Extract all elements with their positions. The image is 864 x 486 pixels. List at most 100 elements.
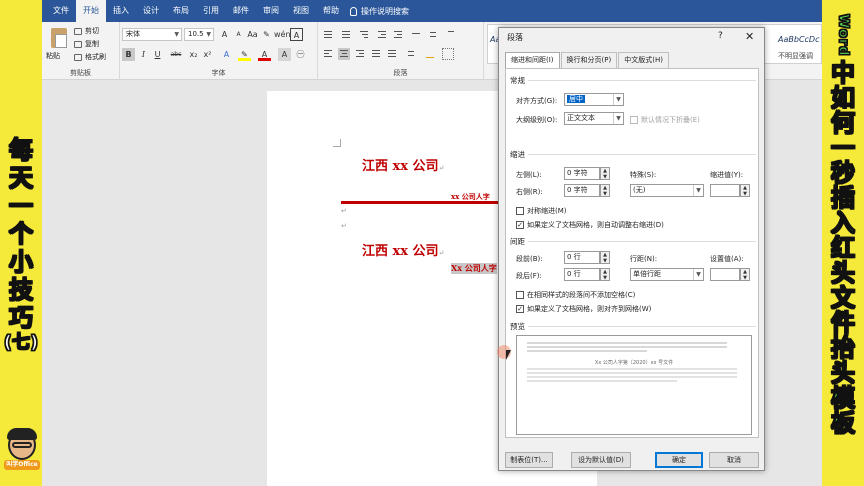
spacing-after-input[interactable]: 0 行 ▲ ▼: [564, 268, 610, 281]
tab-view[interactable]: 视图: [286, 0, 316, 22]
tab-mailings[interactable]: 邮件: [226, 0, 256, 22]
shading-icon[interactable]: [424, 48, 436, 60]
borders-icon[interactable]: [442, 48, 454, 60]
align-right-icon[interactable]: [354, 48, 366, 60]
distributed-icon[interactable]: [386, 48, 398, 60]
no-space-same-style-checkbox[interactable]: 在相同样式的段落间不添加空格(C): [516, 290, 635, 300]
enclose-char-icon[interactable]: ㊀: [294, 48, 307, 61]
chevron-down-icon: ▼: [613, 94, 623, 105]
tab-indents-spacing[interactable]: 缩进和间距(I): [505, 52, 560, 68]
strikethrough-button[interactable]: abc: [167, 48, 185, 61]
tab-layout[interactable]: 布局: [166, 0, 196, 22]
tab-file[interactable]: 文件: [46, 0, 76, 22]
indent-by-input[interactable]: ▲ ▼: [710, 184, 750, 197]
outline-level-select[interactable]: 正文文本 ▼: [564, 112, 624, 125]
tab-review[interactable]: 审阅: [256, 0, 286, 22]
line-spacing-icon[interactable]: [404, 48, 416, 60]
multilevel-list-icon[interactable]: [358, 28, 370, 40]
line-spacing-select[interactable]: 单倍行距 ▼: [630, 268, 704, 281]
chinese-layout-icon[interactable]: [410, 28, 422, 40]
paragraph-mark: ↵: [341, 207, 347, 215]
indent-left-spinner[interactable]: ▲ ▼: [600, 167, 610, 180]
red-heading-1[interactable]: 江西 xx 公司↵: [362, 155, 444, 174]
superscript-button[interactable]: x²: [201, 48, 214, 61]
tell-me-box[interactable]: 操作说明搜索: [350, 6, 409, 17]
auto-adjust-right-indent-checkbox[interactable]: ✓ 如果定义了文档网格，则自动调整右缩进(D): [516, 220, 664, 230]
ok-button[interactable]: 确定: [655, 452, 703, 468]
subscript-button[interactable]: x₂: [187, 48, 200, 61]
spin-down-icon[interactable]: ▼: [601, 174, 609, 180]
right-banner-char: 抬: [830, 333, 855, 362]
indent-left-input[interactable]: 0 字符 ▲ ▼: [564, 167, 610, 180]
bold-button[interactable]: B: [122, 48, 135, 61]
spin-down-icon[interactable]: ▼: [601, 258, 609, 264]
justify-icon[interactable]: [370, 48, 382, 60]
cancel-button[interactable]: 取消: [709, 452, 759, 468]
bullets-icon[interactable]: [322, 28, 334, 40]
grow-font-icon[interactable]: A: [218, 28, 231, 41]
paste-button[interactable]: [48, 26, 70, 50]
cut-button[interactable]: 剪切: [74, 26, 99, 36]
change-case-button[interactable]: Aa: [246, 28, 259, 41]
tab-home[interactable]: 开始: [76, 0, 106, 22]
decrease-indent-icon[interactable]: [376, 28, 388, 40]
increase-indent-icon[interactable]: [392, 28, 404, 40]
font-name-combo[interactable]: 宋体 ▼: [122, 28, 182, 41]
font-size-combo[interactable]: 10.5 ▼: [184, 28, 214, 41]
spacing-before-input[interactable]: 0 行 ▲ ▼: [564, 251, 610, 264]
spin-down-icon[interactable]: ▼: [741, 275, 749, 281]
collapsed-by-default-checkbox[interactable]: 默认情况下折叠(E): [630, 115, 700, 125]
indent-by-spinner[interactable]: ▲ ▼: [740, 184, 750, 197]
indent-right-input[interactable]: 0 字符 ▲ ▼: [564, 184, 610, 197]
mirror-indents-checkbox[interactable]: 对称缩进(M): [516, 206, 567, 216]
red-subheading-2-selected[interactable]: Xx 公司人字: [451, 263, 497, 274]
char-shading-icon[interactable]: A: [278, 48, 291, 61]
tabs-button[interactable]: 制表位(T)...: [505, 452, 553, 468]
spin-down-icon[interactable]: ▼: [741, 191, 749, 197]
highlight-icon[interactable]: ✎: [238, 48, 251, 61]
special-indent-select[interactable]: (无) ▼: [630, 184, 704, 197]
tab-insert[interactable]: 插入: [106, 0, 136, 22]
font-color-button[interactable]: A: [258, 48, 271, 61]
right-banner-char: 红: [830, 233, 855, 262]
phonetic-guide-button[interactable]: wén: [274, 28, 291, 41]
clear-format-icon[interactable]: ✎: [260, 28, 273, 41]
dialog-tabs: 缩进和间距(I) 换行和分页(P) 中文版式(H): [505, 52, 670, 68]
red-heading-2[interactable]: 江西 xx 公司↵: [362, 240, 444, 259]
tab-help[interactable]: 帮助: [316, 0, 346, 22]
numbering-icon[interactable]: [340, 28, 352, 40]
spacing-before-spinner[interactable]: ▲ ▼: [600, 251, 610, 264]
spacing-at-input[interactable]: ▲ ▼: [710, 268, 750, 281]
set-as-default-button[interactable]: 设为默认值(D): [571, 452, 631, 468]
spin-down-icon[interactable]: ▼: [601, 191, 609, 197]
underline-button[interactable]: U: [151, 48, 164, 61]
tab-design[interactable]: 设计: [136, 0, 166, 22]
help-icon[interactable]: ?: [718, 31, 723, 41]
sort-icon[interactable]: [428, 28, 440, 40]
indent-right-spinner[interactable]: ▲ ▼: [600, 184, 610, 197]
char-border-button[interactable]: A: [290, 28, 303, 41]
tab-references[interactable]: 引用: [196, 0, 226, 22]
section-divider: [528, 154, 756, 155]
paragraph-mark: ↵: [438, 164, 445, 172]
align-left-icon[interactable]: [322, 48, 334, 60]
tab-asian-typography[interactable]: 中文版式(H): [618, 52, 669, 68]
copy-button[interactable]: 复制: [74, 39, 99, 49]
line-spacing-value: 单倍行距: [633, 270, 661, 278]
tab-line-page-breaks[interactable]: 换行和分页(P): [560, 52, 618, 68]
show-marks-icon[interactable]: [446, 28, 458, 40]
mouse-cursor-icon: [506, 350, 511, 360]
spin-down-icon[interactable]: ▼: [601, 275, 609, 281]
alignment-select[interactable]: 居中 ▼: [564, 93, 624, 106]
chevron-down-icon: ▼: [613, 113, 623, 124]
align-center-icon[interactable]: [338, 48, 350, 60]
shrink-font-icon[interactable]: A: [232, 28, 245, 41]
format-painter-button[interactable]: 格式刷: [74, 52, 106, 62]
spacing-after-spinner[interactable]: ▲ ▼: [600, 268, 610, 281]
italic-button[interactable]: I: [137, 48, 150, 61]
text-effects-button[interactable]: A: [220, 48, 233, 61]
style-sample-2[interactable]: AaBbCcDc: [778, 35, 819, 44]
spacing-at-spinner[interactable]: ▲ ▼: [740, 268, 750, 281]
snap-to-grid-checkbox[interactable]: ✓ 如果定义了文档网格，则对齐到网格(W): [516, 304, 651, 314]
close-icon[interactable]: ✕: [745, 30, 754, 43]
